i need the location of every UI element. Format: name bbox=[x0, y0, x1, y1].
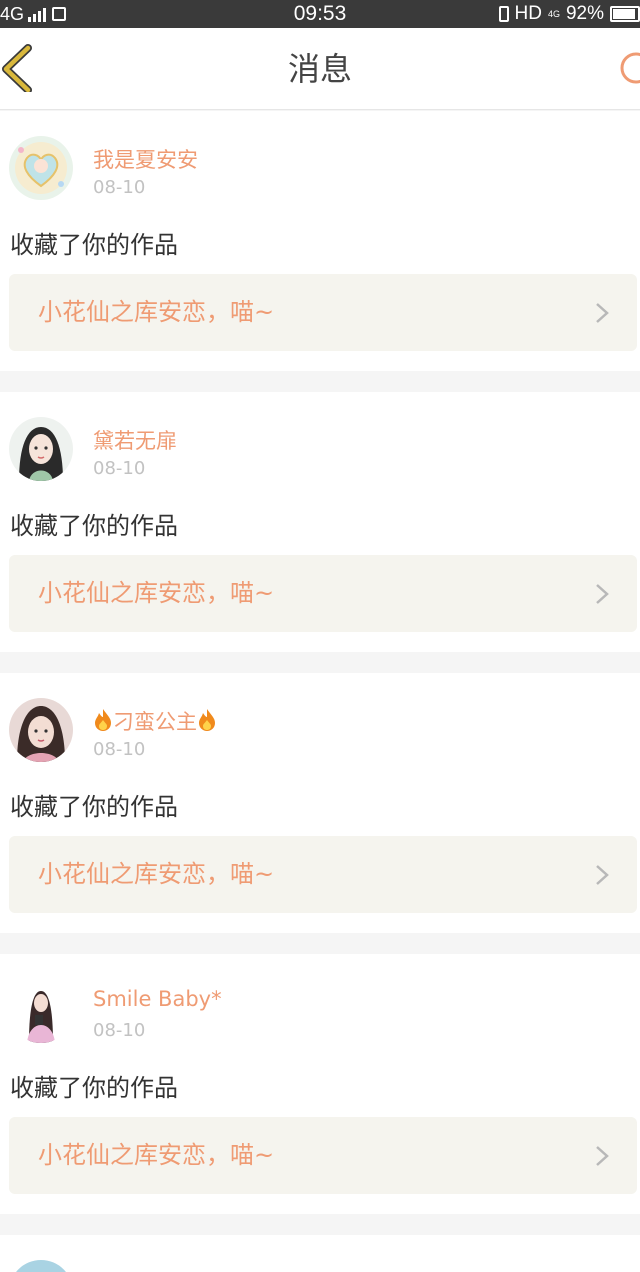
fire-icon bbox=[95, 709, 111, 731]
message-card: Smile Baby* 08-10 收藏了你的作品 小花仙之库安恋，喵~ bbox=[0, 954, 640, 1214]
message-date: 08-10 bbox=[93, 739, 146, 760]
work-title: 小花仙之库安恋，喵~ bbox=[38, 1141, 275, 1169]
status-right: HD 4G 92% bbox=[498, 0, 640, 28]
action-text: 收藏了你的作品 bbox=[10, 793, 178, 821]
chevron-right-icon bbox=[596, 1146, 609, 1166]
chevron-right-icon bbox=[596, 865, 609, 885]
avatar[interactable] bbox=[9, 979, 73, 1043]
username-row[interactable]: 刁蛮公主 bbox=[93, 706, 217, 736]
work-title: 小花仙之库安恋，喵~ bbox=[38, 860, 275, 888]
message-date: 08-10 bbox=[93, 458, 146, 479]
status-bar: 4G 09:53 HD 4G 92% bbox=[0, 0, 640, 28]
work-link[interactable]: 小花仙之库安恋，喵~ bbox=[9, 836, 637, 913]
avatar[interactable] bbox=[9, 698, 73, 762]
username[interactable]: 我是夏安安 bbox=[93, 144, 198, 174]
message-card: 黛若无扉 08-10 收藏了你的作品 小花仙之库安恋，喵~ bbox=[0, 392, 640, 652]
avatar[interactable] bbox=[9, 1260, 73, 1272]
battery-icon bbox=[610, 6, 640, 22]
battery-percent: 92% bbox=[565, 3, 604, 24]
username[interactable]: Smile Baby* bbox=[93, 987, 222, 1011]
work-link[interactable]: 小花仙之库安恋，喵~ bbox=[9, 1117, 637, 1194]
message-date: 08-10 bbox=[93, 1020, 146, 1041]
message-card: 我是夏安安 08-10 收藏了你的作品 小花仙之库安恋，喵~ bbox=[0, 111, 640, 371]
chevron-right-icon bbox=[596, 584, 609, 604]
avatar[interactable] bbox=[9, 136, 73, 200]
action-text: 收藏了你的作品 bbox=[10, 1074, 178, 1102]
message-card-partial bbox=[0, 1235, 640, 1272]
hd-label: HD bbox=[514, 3, 542, 24]
avatar[interactable] bbox=[9, 417, 73, 481]
net-speed: 4G bbox=[547, 8, 560, 19]
message-list: 我是夏安安 08-10 收藏了你的作品 小花仙之库安恋，喵~ 黛若无扉 08-1… bbox=[0, 111, 640, 1272]
vibrate-icon bbox=[498, 6, 509, 22]
refresh-button[interactable] bbox=[608, 50, 640, 86]
username: 刁蛮公主 bbox=[113, 710, 197, 734]
fire-icon bbox=[199, 709, 215, 731]
work-title: 小花仙之库安恋，喵~ bbox=[38, 579, 275, 607]
action-text: 收藏了你的作品 bbox=[10, 231, 178, 259]
message-card: 刁蛮公主 08-10 收藏了你的作品 小花仙之库安恋，喵~ bbox=[0, 673, 640, 933]
chevron-right-icon bbox=[596, 303, 609, 323]
page-title: 消息 bbox=[287, 50, 352, 88]
action-text: 收藏了你的作品 bbox=[10, 512, 178, 540]
work-link[interactable]: 小花仙之库安恋，喵~ bbox=[9, 555, 637, 632]
navigation-bar: 消息 bbox=[0, 28, 640, 110]
username[interactable]: 黛若无扉 bbox=[93, 425, 177, 455]
work-link[interactable]: 小花仙之库安恋，喵~ bbox=[9, 274, 637, 351]
refresh-icon bbox=[620, 52, 640, 84]
message-date: 08-10 bbox=[93, 177, 146, 198]
work-title: 小花仙之库安恋，喵~ bbox=[38, 298, 275, 326]
